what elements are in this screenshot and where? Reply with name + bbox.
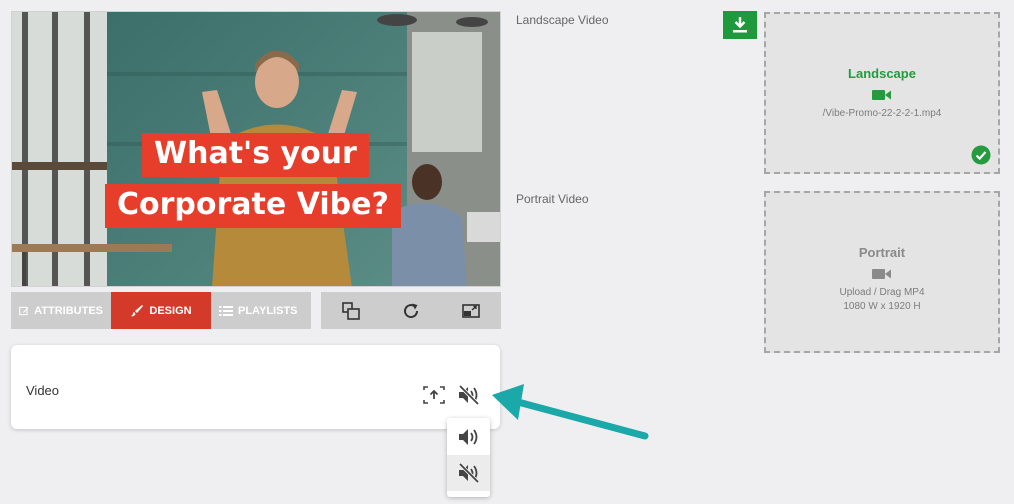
fit-screen-button[interactable] xyxy=(457,297,485,325)
mute-toggle-button[interactable] xyxy=(457,384,481,406)
edit-icon xyxy=(19,306,29,315)
check-circle-icon xyxy=(971,145,991,165)
portrait-title: Portrait xyxy=(858,245,906,260)
video-camera-icon xyxy=(871,266,893,282)
list-icon xyxy=(219,305,233,316)
tab-playlists[interactable]: PLAYLISTS xyxy=(211,292,311,329)
landscape-title: Landscape xyxy=(848,66,916,81)
fit-screen-icon xyxy=(462,303,480,318)
landscape-filename: /Vibe-Promo-22-2-2-1.mp4 xyxy=(822,108,942,119)
volume-off-icon xyxy=(458,463,479,483)
tab-attributes-label: ATTRIBUTES xyxy=(34,304,103,317)
download-button[interactable] xyxy=(723,11,757,39)
video-layer-label: Video xyxy=(26,383,60,398)
menu-sound-off[interactable] xyxy=(447,455,490,491)
replace-frame-button[interactable] xyxy=(423,386,445,404)
headline-line-1: What's your xyxy=(142,133,369,177)
tab-attributes[interactable]: ATTRIBUTES xyxy=(11,292,111,329)
preview-tools xyxy=(321,292,501,329)
layers-icon xyxy=(342,301,360,320)
refresh-button[interactable] xyxy=(397,297,425,325)
landscape-video-dropzone[interactable]: Landscape /Vibe-Promo-22-2-2-1.mp4 xyxy=(764,12,1000,174)
annotation-arrow-icon xyxy=(492,384,649,440)
editor-tabs: ATTRIBUTES DESIGN PLAYLISTS xyxy=(11,292,311,329)
tab-design-label: DESIGN xyxy=(149,304,192,317)
video-layer-card: Video xyxy=(11,345,500,429)
video-preview: What's your Corporate Vibe? xyxy=(11,11,501,287)
layers-button[interactable] xyxy=(337,297,365,325)
portrait-hint-line2: 1080 W x 1920 H xyxy=(843,301,921,312)
portrait-video-dropzone[interactable]: Portrait Upload / Drag MP4 1080 W x 1920… xyxy=(764,191,1000,353)
landscape-section-label: Landscape Video xyxy=(516,13,609,27)
mute-icon xyxy=(458,384,480,406)
portrait-section-label: Portrait Video xyxy=(516,192,589,206)
tab-design[interactable]: DESIGN xyxy=(111,292,211,329)
brush-icon xyxy=(131,304,144,316)
refresh-icon xyxy=(404,303,419,318)
headline-line-2: Corporate Vibe? xyxy=(105,184,401,228)
volume-on-icon xyxy=(458,429,477,445)
upload-frame-icon xyxy=(423,386,445,404)
download-icon xyxy=(733,17,747,33)
portrait-hint-line1: Upload / Drag MP4 xyxy=(839,287,925,298)
video-camera-icon xyxy=(871,87,893,103)
tab-playlists-label: PLAYLISTS xyxy=(238,304,298,317)
